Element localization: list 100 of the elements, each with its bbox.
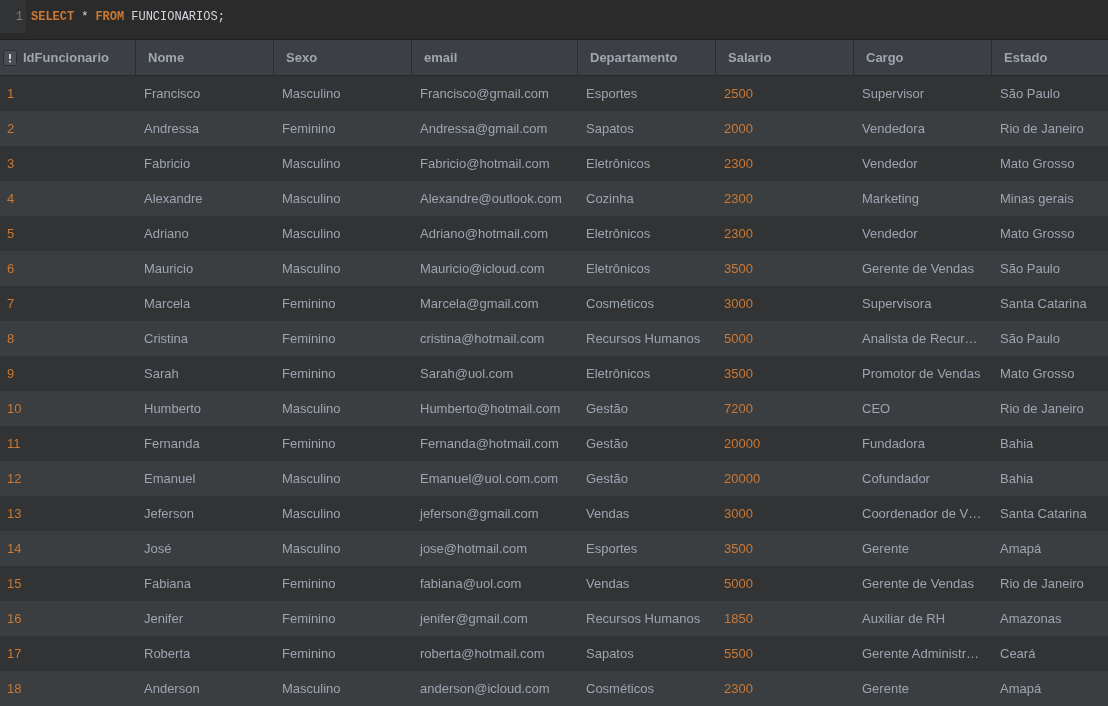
row-marker-icon[interactable]: [3, 49, 17, 66]
table-cell-text: Amapá: [1000, 539, 1042, 558]
table-cell-text: Adriano@hotmail.com: [420, 224, 549, 243]
table-cell-text: 20000: [724, 469, 761, 488]
table-cell-text: 3000: [724, 294, 753, 313]
table-cell-text: Emanuel: [144, 469, 196, 488]
table-cell-text: 20000: [724, 434, 761, 453]
column-header[interactable]: Departamento: [578, 40, 716, 75]
table-cell-text: 3000: [724, 504, 753, 523]
sql-editor[interactable]: 1 SELECT * FROM FUNCIONARIOS;: [0, 0, 1108, 40]
table-cell-text: Feminino: [282, 364, 336, 383]
table-cell-text: 7200: [724, 399, 753, 418]
table-row[interactable]: 2 Andressa Feminino Andressa@gmail.com Sapatos 2000 Vendedora Rio de Janeiro: [0, 111, 1108, 146]
column-header[interactable]: Cargo: [854, 40, 992, 75]
column-header[interactable]: email: [412, 40, 578, 75]
table-row[interactable]: 18 Anderson Masculino anderson@icloud.com Cosméticos 2300 Gerente Amapá: [0, 671, 1108, 706]
table-cell-text: Bahia: [1000, 469, 1034, 488]
table-cell-text: Masculino: [282, 154, 341, 173]
table-cell-text: Mato Grosso: [1000, 154, 1075, 173]
table-cell-text: Supervisora: [862, 294, 932, 313]
table-cell-text: Fernanda@hotmail.com: [420, 434, 559, 453]
table-cell-text: Recursos Humanos: [586, 609, 701, 628]
table-cell-text: Masculino: [282, 469, 341, 488]
table-row[interactable]: 4 Alexandre Masculino Alexandre@outlook.com Cozinha 2300 Marketing Minas gerais: [0, 181, 1108, 216]
table-row[interactable]: 9 Sarah Feminino Sarah@uol.com Eletrônicos 3500 Promotor de Vendas Mato Grosso: [0, 356, 1108, 391]
table-cell-text: Gestão: [586, 434, 628, 453]
table-row[interactable]: 15 Fabiana Feminino fabiana@uol.com Vendas 5000 Gerente de Vendas Rio de Janeiro: [0, 566, 1108, 601]
table-cell-text: Humberto: [144, 399, 202, 418]
table-cell-text: 13: [7, 504, 22, 523]
table-row[interactable]: 11 Fernanda Feminino Fernanda@hotmail.com Gestão 20000 Fundadora Bahia: [0, 426, 1108, 461]
table-row[interactable]: 17 Roberta Feminino roberta@hotmail.com Sapatos 5500 Gerente Administr… Ceará: [0, 636, 1108, 671]
table-cell-text: Masculino: [282, 504, 341, 523]
column-header[interactable]: IdFuncionario: [0, 40, 136, 75]
table-cell-text: Supervisor: [862, 84, 925, 103]
table-cell-text: Vendas: [586, 574, 630, 593]
table-cell-text: Recursos Humanos: [586, 329, 701, 348]
table-cell-text: 18: [7, 679, 22, 698]
table-cell-text: 2300: [724, 189, 753, 208]
sql-token: *: [81, 8, 89, 26]
table-row[interactable]: 7 Marcela Feminino Marcela@gmail.com Cosméticos 3000 Supervisora Santa Catarina: [0, 286, 1108, 321]
table-cell-text: José: [144, 539, 172, 558]
table-cell-text: 17: [7, 644, 22, 663]
table-cell-text: Francisco: [144, 84, 201, 103]
table-cell-text: jose@hotmail.com: [420, 539, 528, 558]
table-cell-text: Ceará: [1000, 644, 1036, 663]
table-cell-text: Jenifer: [144, 609, 184, 628]
table-row[interactable]: 16 Jenifer Feminino jenifer@gmail.com Recursos Humanos 1850 Auxiliar de RH Amazonas: [0, 601, 1108, 636]
table-row[interactable]: 6 Mauricio Masculino Mauricio@icloud.com Eletrônicos 3500 Gerente de Vendas São Paulo: [0, 251, 1108, 286]
table-cell-text: Gerente de Vendas: [862, 574, 975, 593]
column-header[interactable]: Salario: [716, 40, 854, 75]
table-cell-text: Feminino: [282, 119, 336, 138]
table-cell-text: 9: [7, 364, 15, 383]
table-cell-text: Eletrônicos: [586, 364, 651, 383]
table-cell-text: Gerente: [862, 679, 909, 698]
table-cell-text: 3500: [724, 364, 753, 383]
table-cell-text: Masculino: [282, 224, 341, 243]
column-header[interactable]: Estado: [992, 40, 1108, 75]
table-cell-text: Cosméticos: [586, 679, 654, 698]
table-cell-text: Emanuel@uol.com.com: [420, 469, 559, 488]
table-cell-text: Rio de Janeiro: [1000, 119, 1084, 138]
table-cell-text: 5: [7, 224, 15, 243]
table-cell-text: Santa Catarina: [1000, 504, 1087, 523]
table-cell-text: Cofundador: [862, 469, 930, 488]
table-cell-text: Anderson: [144, 679, 200, 698]
table-cell-text: Fundadora: [862, 434, 925, 453]
table-cell-text: 12: [7, 469, 22, 488]
table-cell-text: Feminino: [282, 434, 336, 453]
table-row[interactable]: 12 Emanuel Masculino Emanuel@uol.com.com Gestão 20000 Cofundador Bahia: [0, 461, 1108, 496]
table-cell-text: Mauricio@icloud.com: [420, 259, 545, 278]
sql-token: FROM: [95, 8, 125, 26]
table-cell-text: 5500: [724, 644, 753, 663]
table-cell-text: Promotor de Vendas: [862, 364, 981, 383]
table-cell-text: Andressa@gmail.com: [420, 119, 548, 138]
table-cell-text: Feminino: [282, 329, 336, 348]
table-cell-text: CEO: [862, 399, 891, 418]
table-row[interactable]: 8 Cristina Feminino cristina@hotmail.com Recursos Humanos 5000 Analista de Recur… São Paulo: [0, 321, 1108, 356]
table-cell-text: Masculino: [282, 84, 341, 103]
table-row[interactable]: 13 Jeferson Masculino jeferson@gmail.com Vendas 3000 Coordenador de V… Santa Catarina: [0, 496, 1108, 531]
table-cell-text: Alexandre@outlook.com: [420, 189, 562, 208]
table-row[interactable]: 3 Fabricio Masculino Fabricio@hotmail.com Eletrônicos 2300 Vendedor Mato Grosso: [0, 146, 1108, 181]
table-cell-text: Vendas: [586, 504, 630, 523]
table-cell-text: Feminino: [282, 294, 336, 313]
table-row[interactable]: 14 José Masculino jose@hotmail.com Esportes 3500 Gerente Amapá: [0, 531, 1108, 566]
column-header[interactable]: Sexo: [274, 40, 412, 75]
table-row[interactable]: 5 Adriano Masculino Adriano@hotmail.com Eletrônicos 2300 Vendedor Mato Grosso: [0, 216, 1108, 251]
table-cell-text: 14: [7, 539, 22, 558]
table-cell-text: Roberta: [144, 644, 191, 663]
table-cell-text: Mato Grosso: [1000, 224, 1075, 243]
table-cell-text: jenifer@gmail.com: [420, 609, 528, 628]
table-row[interactable]: 10 Humberto Masculino Humberto@hotmail.com Gestão 7200 CEO Rio de Janeiro: [0, 391, 1108, 426]
table-cell-text: roberta@hotmail.com: [420, 644, 545, 663]
table-row[interactable]: 1 Francisco Masculino Francisco@gmail.com Esportes 2500 Supervisor São Paulo: [0, 76, 1108, 111]
table-cell-text: Analista de Recur…: [862, 329, 978, 348]
table-cell-text: Fabricio@hotmail.com: [420, 154, 550, 173]
table-cell-text: Cozinha: [586, 189, 634, 208]
table-cell-text: Auxiliar de RH: [862, 609, 946, 628]
table-cell-text: Mato Grosso: [1000, 364, 1075, 383]
table-cell-text: Cosméticos: [586, 294, 654, 313]
column-header[interactable]: Nome: [136, 40, 274, 75]
table-cell-text: Mauricio: [144, 259, 194, 278]
